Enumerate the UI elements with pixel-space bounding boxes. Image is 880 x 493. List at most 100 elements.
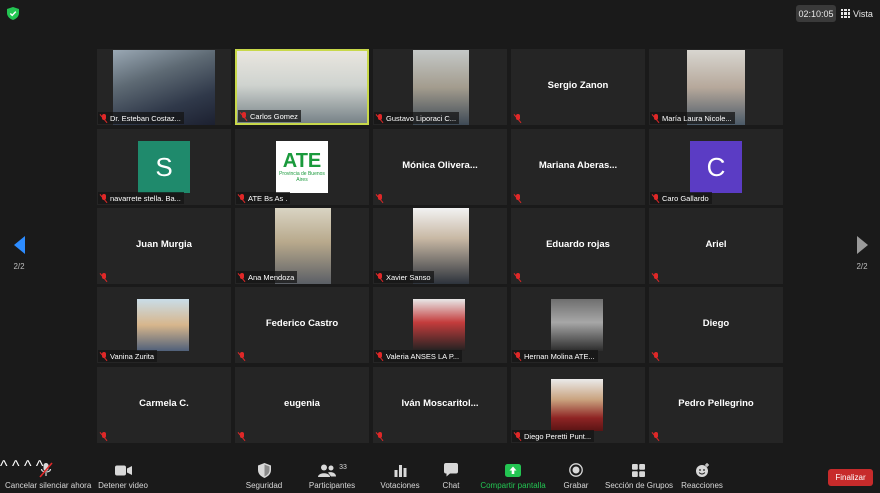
- participant-avatar: S: [138, 141, 190, 193]
- video-camera-icon: [114, 465, 132, 475]
- participant-name-label: Ana Mendoza: [236, 271, 298, 283]
- participant-tile[interactable]: ATE Provincia de Buenos Aires ATE Bs As .: [235, 129, 369, 205]
- participant-tile[interactable]: eugenia: [235, 367, 369, 443]
- participant-name-label: [650, 430, 663, 442]
- participant-name: Diego Peretti Punt...: [524, 431, 592, 441]
- page-indicator-left: 2/2: [13, 262, 25, 271]
- participant-name-label: Vanina Zurita: [98, 350, 158, 362]
- reactions-emoji-icon: [695, 462, 709, 477]
- participant-tile[interactable]: Diego: [649, 287, 783, 363]
- participant-tile[interactable]: Dr. Esteban Costaz...: [97, 49, 231, 125]
- ate-logo-text: ATE: [282, 150, 322, 172]
- microphone-muted-icon: [39, 462, 53, 478]
- chevron-left-icon: [13, 236, 25, 254]
- participant-tile[interactable]: Mariana Aberas...: [511, 129, 645, 205]
- security-button[interactable]: Seguridad: [245, 462, 283, 490]
- microphone-muted-icon: [240, 111, 248, 121]
- microphone-muted-icon: [514, 351, 522, 361]
- participant-tile[interactable]: Pedro Pellegrino: [649, 367, 783, 443]
- polls-button[interactable]: Votaciones: [380, 462, 420, 490]
- participant-name: Hernan Molina ATE...: [524, 351, 595, 361]
- participant-tile[interactable]: Federico Castro: [235, 287, 369, 363]
- participant-display-name: Diego: [702, 318, 730, 329]
- participant-photo: [551, 299, 603, 351]
- microphone-muted-icon: [100, 272, 108, 282]
- ate-logo: ATE Provincia de Buenos Aires: [276, 141, 328, 193]
- security-shield-icon: [257, 462, 271, 478]
- participant-avatar: C: [690, 141, 742, 193]
- participant-display-name: Ariel: [705, 239, 727, 250]
- shield-icon[interactable]: [7, 7, 19, 20]
- chat-label: Chat: [442, 481, 460, 490]
- participant-tile[interactable]: Eduardo rojas: [511, 208, 645, 284]
- participant-tile[interactable]: Carlos Gomez: [235, 49, 369, 125]
- participant-name-label: [650, 350, 663, 362]
- participant-name: Carlos Gomez: [250, 111, 298, 121]
- participant-display-name: Carmela C.: [139, 398, 189, 409]
- end-meeting-button[interactable]: Finalizar: [828, 469, 873, 486]
- participant-tile[interactable]: Iván Moscaritol...: [373, 367, 507, 443]
- microphone-muted-icon: [514, 113, 522, 123]
- participant-name-label: [236, 430, 249, 442]
- chat-button[interactable]: Chat: [438, 462, 464, 490]
- meeting-timer: 02:10:05: [796, 5, 836, 22]
- participant-name-label: [236, 350, 249, 362]
- microphone-muted-icon: [652, 272, 660, 282]
- participant-name: María Laura Nicole...: [662, 113, 732, 123]
- participant-photo: [413, 299, 465, 351]
- participant-name-label: Carlos Gomez: [238, 110, 301, 122]
- participant-name: Gustavo Liporaci C...: [386, 113, 457, 123]
- breakout-rooms-label: Sección de Grupos: [605, 481, 674, 490]
- participant-tile[interactable]: Carmela C.: [97, 367, 231, 443]
- microphone-muted-icon: [238, 431, 246, 441]
- participant-tile[interactable]: Vanina Zurita: [97, 287, 231, 363]
- microphone-muted-icon: [652, 113, 660, 123]
- participant-tile[interactable]: María Laura Nicole...: [649, 49, 783, 125]
- participant-name-label: [650, 271, 663, 283]
- gallery-grid: Dr. Esteban Costaz... Carlos Gomez Gustavo…: [97, 49, 783, 444]
- bar-chart-icon: [394, 464, 406, 477]
- participant-tile[interactable]: C Caro Gallardo: [649, 129, 783, 205]
- record-label: Grabar: [563, 481, 589, 490]
- grid-view-icon: [841, 9, 850, 18]
- participant-tile[interactable]: Diego Peretti Punt...: [511, 367, 645, 443]
- reactions-button[interactable]: Reacciones: [681, 462, 723, 490]
- view-button[interactable]: Vista: [841, 5, 875, 22]
- participant-tile[interactable]: Juan Murgia: [97, 208, 231, 284]
- participant-name-label: Gustavo Liporaci C...: [374, 112, 460, 124]
- participant-tile[interactable]: Ana Mendoza: [235, 208, 369, 284]
- participant-tile[interactable]: Mónica Olivera...: [373, 129, 507, 205]
- participant-tile[interactable]: Xavier Sanso: [373, 208, 507, 284]
- participant-name: Vanina Zurita: [110, 351, 155, 361]
- participants-label: Participantes: [308, 481, 356, 490]
- next-page-button[interactable]: 2/2: [850, 236, 874, 271]
- share-screen-button[interactable]: Compartir pantalla: [480, 462, 546, 490]
- stop-video-button[interactable]: Detener video: [98, 462, 148, 490]
- microphone-muted-icon: [100, 193, 108, 203]
- participant-tile[interactable]: Sergio Zanon: [511, 49, 645, 125]
- share-screen-label: Compartir pantalla: [480, 481, 546, 490]
- record-button[interactable]: Grabar: [562, 462, 590, 490]
- microphone-muted-icon: [652, 193, 660, 203]
- microphone-muted-icon: [100, 351, 108, 361]
- participant-tile[interactable]: Gustavo Liporaci C...: [373, 49, 507, 125]
- page-indicator-right: 2/2: [856, 262, 868, 271]
- breakout-rooms-button[interactable]: Sección de Grupos: [605, 462, 674, 490]
- ate-logo-subtitle: Provincia de Buenos Aires: [279, 171, 325, 183]
- unmute-button[interactable]: Cancelar silenciar ahora: [5, 462, 91, 490]
- security-label: Seguridad: [245, 481, 283, 490]
- meeting-toolbar: Cancelar silenciar ahora ^ Detener video…: [0, 458, 880, 493]
- microphone-muted-icon: [238, 272, 246, 282]
- microphone-muted-icon: [376, 113, 384, 123]
- participant-name: Caro Gallardo: [662, 193, 709, 203]
- participant-tile[interactable]: Snavarrete stella. Ba...: [97, 129, 231, 205]
- view-button-label: Vista: [853, 8, 873, 19]
- participants-count: 33: [339, 463, 347, 471]
- stop-video-label: Detener video: [98, 481, 148, 490]
- participant-tile[interactable]: Valeria ANSES LA P...: [373, 287, 507, 363]
- participant-tile[interactable]: Ariel: [649, 208, 783, 284]
- participants-button[interactable]: 33 Participantes: [306, 462, 358, 491]
- previous-page-button[interactable]: 2/2: [7, 236, 31, 271]
- participant-photo: [137, 299, 189, 351]
- participant-tile[interactable]: Hernan Molina ATE...: [511, 287, 645, 363]
